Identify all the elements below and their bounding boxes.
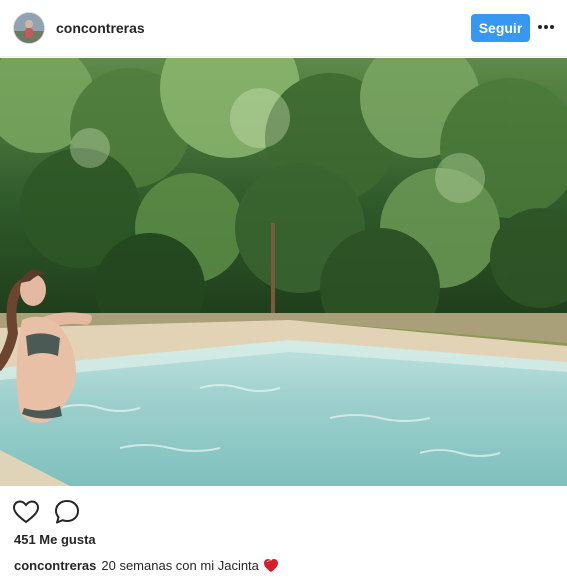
- caption-username[interactable]: concontreras: [14, 558, 96, 573]
- avatar-image: [14, 13, 44, 43]
- likes-count[interactable]: 451 Me gusta: [14, 532, 96, 547]
- red-heart-emoji-icon: [263, 558, 279, 576]
- heart-outline-icon[interactable]: [12, 498, 40, 526]
- post-photo[interactable]: [0, 58, 567, 486]
- username[interactable]: concontreras: [56, 20, 145, 36]
- comment-bubble-icon[interactable]: [53, 498, 81, 526]
- post-actions: [0, 486, 567, 536]
- pool-scene-image: [0, 58, 567, 486]
- follow-button[interactable]: Seguir: [471, 14, 530, 42]
- post-header: concontreras Seguir: [0, 0, 567, 57]
- caption-text: 20 semanas con mi Jacinta: [101, 558, 259, 573]
- more-options-icon[interactable]: [536, 17, 556, 37]
- avatar[interactable]: [14, 13, 44, 43]
- post-caption: concontreras 20 semanas con mi Jacinta: [14, 558, 279, 576]
